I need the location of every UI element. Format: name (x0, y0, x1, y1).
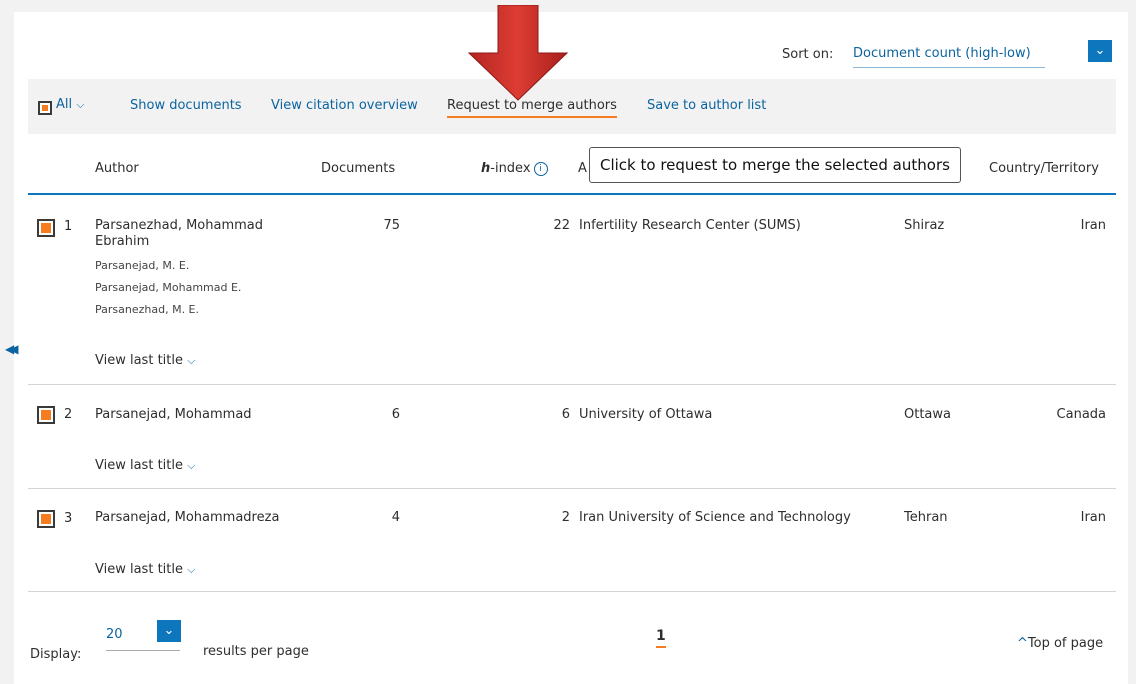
author-name-link[interactable]: Parsanezhad, Mohammad Ebrahim (95, 218, 295, 250)
double-chevron-left-icon[interactable]: ◀◀ (5, 342, 19, 356)
row-divider (28, 591, 1116, 592)
column-h-index[interactable]: h-index i (481, 161, 548, 176)
city: Shiraz (904, 218, 945, 233)
author-variant: Parsanezhad, M. E. (95, 303, 200, 316)
view-last-title-toggle[interactable]: View last title ⌵ (95, 458, 195, 473)
city: Ottawa (904, 407, 951, 422)
row-divider (28, 384, 1116, 385)
column-country[interactable]: Country/Territory (989, 161, 1099, 176)
column-affiliation[interactable]: A (578, 161, 587, 176)
select-all-checkbox[interactable] (38, 101, 52, 115)
affiliation: University of Ottawa (579, 407, 713, 422)
results-toolbar: All ⌵ Show documents View citation overv… (28, 79, 1116, 134)
affiliation: Iran University of Science and Technolog… (579, 510, 851, 525)
save-to-author-list-link[interactable]: Save to author list (647, 98, 766, 113)
row-checkbox[interactable] (37, 406, 55, 424)
row-number: 1 (64, 219, 73, 234)
h-index-value: 22 (553, 218, 570, 233)
show-documents-link[interactable]: Show documents (130, 98, 242, 113)
country: Iran (1080, 510, 1106, 525)
chevron-down-icon[interactable]: ⌄ (1088, 40, 1112, 62)
author-name-link[interactable]: Parsanejad, Mohammad (95, 407, 295, 423)
top-of-page-link[interactable]: ^Top of page (1017, 636, 1103, 651)
chevron-down-icon[interactable]: ⌄ (157, 620, 181, 642)
country: Iran (1080, 218, 1106, 233)
request-merge-authors-link[interactable]: Request to merge authors (447, 98, 617, 118)
documents-count[interactable]: 75 (360, 218, 400, 233)
display-label: Display: (30, 647, 82, 662)
view-last-title-toggle[interactable]: View last title ⌵ (95, 562, 195, 577)
chevron-down-icon: ⌵ (76, 98, 85, 111)
author-variant: Parsanejad, Mohammad E. (95, 281, 242, 294)
chevron-down-icon: ⌵ (187, 563, 196, 576)
row-divider (28, 488, 1116, 489)
column-author[interactable]: Author (95, 161, 139, 176)
column-documents[interactable]: Documents (321, 161, 395, 176)
row-checkbox[interactable] (37, 219, 55, 237)
documents-count[interactable]: 4 (360, 510, 400, 525)
info-circle-icon[interactable]: i (533, 161, 548, 176)
current-page-number[interactable]: 1 (656, 628, 666, 648)
results-per-page-value: 20 (106, 627, 123, 642)
sort-value: Document count (high-low) (853, 46, 1031, 61)
view-citation-overview-link[interactable]: View citation overview (271, 98, 418, 113)
country: Canada (1056, 407, 1106, 422)
sort-label: Sort on: (782, 47, 834, 62)
h-index-value: 2 (561, 510, 570, 525)
results-per-page-label: results per page (203, 644, 309, 659)
header-divider (28, 193, 1116, 195)
sort-select[interactable]: Document count (high-low) (853, 43, 1045, 68)
merge-tooltip: Click to request to merge the selected a… (589, 147, 961, 183)
row-number: 2 (64, 407, 73, 422)
select-all-dropdown[interactable]: All ⌵ (56, 97, 85, 112)
h-index-value: 6 (561, 407, 570, 422)
documents-count[interactable]: 6 (360, 407, 400, 422)
red-arrow-annotation (468, 5, 568, 101)
chevron-down-icon: ⌵ (187, 459, 196, 472)
author-name-link[interactable]: Parsanejad, Mohammadreza (95, 510, 295, 526)
city: Tehran (904, 510, 948, 525)
chevron-up-icon: ^ (1017, 636, 1028, 651)
affiliation: Infertility Research Center (SUMS) (579, 218, 801, 233)
author-variant: Parsanejad, M. E. (95, 259, 190, 272)
chevron-down-icon: ⌵ (187, 354, 196, 367)
row-checkbox[interactable] (37, 510, 55, 528)
view-last-title-toggle[interactable]: View last title ⌵ (95, 353, 195, 368)
row-number: 3 (64, 511, 73, 526)
